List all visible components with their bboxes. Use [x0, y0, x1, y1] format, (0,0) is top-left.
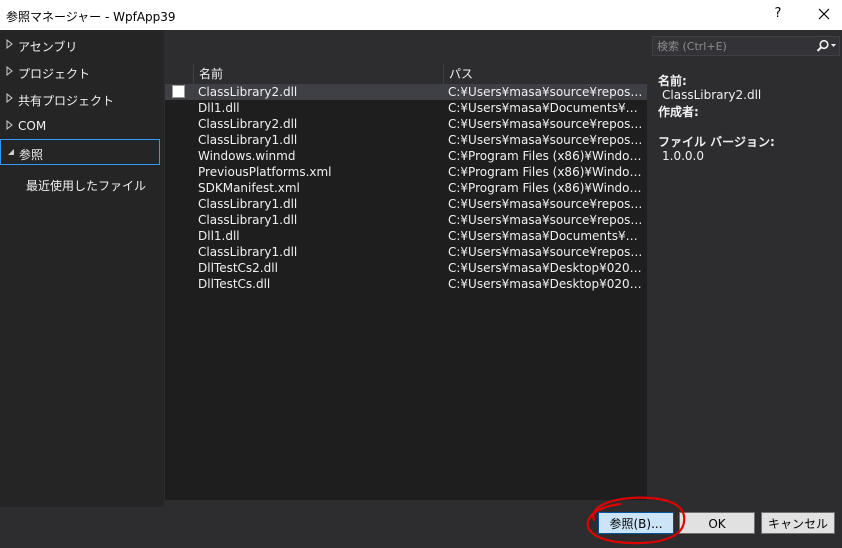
expand-arrow-icon — [6, 65, 13, 77]
table-row[interactable]: DllTestCs2.dll C:¥Users¥masa¥Desktop¥020_… — [165, 260, 647, 276]
sidebar-item-recent-files[interactable]: 最近使用したファイル — [0, 171, 160, 197]
table-row[interactable]: PreviousPlatforms.xml C:¥Program Files (x… — [165, 164, 647, 180]
row-path: C:¥Users¥masa¥source¥repos¥Cons... — [448, 133, 644, 147]
ok-button[interactable]: OK — [679, 512, 755, 534]
row-path: C:¥Users¥masa¥Documents¥myTort... — [448, 229, 644, 243]
sidebar-item-label: COM — [18, 119, 47, 133]
row-path: C:¥Users¥masa¥source¥repos¥Cons... — [448, 85, 644, 99]
table-row[interactable]: ClassLibrary1.dll C:¥Users¥masa¥source¥re… — [165, 212, 647, 228]
title-bar: 参照マネージャー - WpfApp39 ? — [0, 0, 842, 30]
row-checkbox[interactable] — [172, 85, 185, 98]
table-row[interactable]: ClassLibrary2.dll C:¥Users¥masa¥source¥re… — [165, 116, 647, 132]
sidebar-item-browse[interactable]: 参照 — [0, 139, 160, 165]
sidebar-item-shared-projects[interactable]: 共有プロジェクト — [0, 86, 160, 112]
table-row[interactable]: SDKManifest.xml C:¥Program Files (x86)¥Wi… — [165, 180, 647, 196]
row-name: ClassLibrary1.dll — [198, 197, 298, 211]
row-path: C:¥Program Files (x86)¥Windows Ki... — [448, 165, 644, 179]
row-name: DllTestCs2.dll — [198, 261, 278, 275]
button-bar: 参照(B)... OK キャンセル — [0, 507, 842, 547]
row-path: C:¥Program Files (x86)¥Windows Ki... — [448, 149, 644, 163]
row-name: ClassLibrary1.dll — [198, 245, 298, 259]
sidebar-item-label: アセンブリ — [18, 40, 78, 54]
browse-button[interactable]: 参照(B)... — [598, 512, 674, 534]
table-row[interactable]: Dll1.dll C:¥Users¥masa¥Documents¥myTort..… — [165, 228, 647, 244]
row-name: Dll1.dll — [198, 229, 240, 243]
row-path: C:¥Users¥masa¥source¥repos¥Cons... — [448, 245, 644, 259]
list-header: 名前 パス — [165, 64, 647, 84]
detail-name-label: 名前: — [658, 74, 687, 88]
row-path: C:¥Users¥masa¥Documents¥myTort... — [448, 101, 644, 115]
expand-arrow-icon — [6, 92, 13, 104]
search-input[interactable] — [655, 38, 809, 54]
close-icon — [818, 8, 830, 20]
sidebar-item-projects[interactable]: プロジェクト — [0, 59, 160, 85]
table-row[interactable]: ClassLibrary2.dll C:¥Users¥masa¥source¥re… — [165, 84, 647, 100]
row-name: ClassLibrary2.dll — [198, 85, 298, 99]
sidebar-item-label: 共有プロジェクト — [18, 94, 115, 108]
table-row[interactable]: ClassLibrary1.dll C:¥Users¥masa¥source¥re… — [165, 132, 647, 148]
row-path: C:¥Users¥masa¥source¥repos¥Cons... — [448, 117, 644, 131]
reference-list: 名前 パス ClassLibrary2.dll C:¥Users¥masa¥sou… — [165, 64, 647, 500]
category-sidebar: アセンブリ プロジェクト 共有プロジェクト COM 参照 最近使用したファイル — [0, 30, 164, 507]
row-name: Dll1.dll — [198, 101, 240, 115]
row-name: ClassLibrary1.dll — [198, 213, 298, 227]
row-name: ClassLibrary1.dll — [198, 133, 298, 147]
close-button[interactable] — [814, 4, 834, 24]
table-row[interactable]: ClassLibrary1.dll C:¥Users¥masa¥source¥re… — [165, 244, 647, 260]
table-row[interactable]: Dll1.dll C:¥Users¥masa¥Documents¥myTort..… — [165, 100, 647, 116]
window-title: 参照マネージャー - WpfApp39 — [6, 10, 176, 24]
row-name: DllTestCs.dll — [198, 277, 271, 291]
row-path: C:¥Users¥masa¥source¥repos¥Cons... — [448, 197, 644, 211]
details-pane: 名前: ClassLibrary2.dll 作成者: ファイル バージョン: 1… — [650, 36, 842, 506]
sidebar-item-label: 参照 — [19, 148, 44, 162]
table-row[interactable]: DllTestCs.dll C:¥Users¥masa¥Desktop¥020_C… — [165, 276, 647, 292]
search-box[interactable] — [652, 36, 840, 56]
row-name: Windows.winmd — [198, 149, 296, 163]
sidebar-item-com[interactable]: COM — [0, 113, 160, 139]
collapse-arrow-icon — [8, 149, 14, 155]
row-path: C:¥Users¥masa¥source¥repos¥Cons... — [448, 213, 644, 227]
row-path: C:¥Program Files (x86)¥Windows Ki... — [448, 181, 644, 195]
help-button[interactable]: ? — [768, 4, 788, 24]
cancel-button[interactable]: キャンセル — [761, 512, 835, 534]
row-name: ClassLibrary2.dll — [198, 117, 298, 131]
detail-author-label: 作成者: — [658, 105, 699, 119]
row-path: C:¥Users¥masa¥Desktop¥020_CppD... — [448, 261, 644, 275]
detail-version-label: ファイル バージョン: — [658, 135, 775, 149]
detail-name-value: ClassLibrary2.dll — [662, 88, 762, 102]
row-name: SDKManifest.xml — [198, 181, 300, 195]
expand-arrow-icon — [6, 119, 13, 131]
search-icon[interactable] — [815, 39, 837, 53]
sidebar-item-label: 最近使用したファイル — [26, 179, 147, 193]
column-header-check[interactable] — [165, 64, 193, 84]
sidebar-item-assemblies[interactable]: アセンブリ — [0, 32, 160, 58]
sidebar-item-label: プロジェクト — [18, 67, 91, 81]
expand-arrow-icon — [6, 38, 13, 50]
row-name: PreviousPlatforms.xml — [198, 165, 332, 179]
column-header-name[interactable]: 名前 — [193, 64, 443, 84]
column-header-path[interactable]: パス — [443, 64, 647, 84]
table-row[interactable]: ClassLibrary1.dll C:¥Users¥masa¥source¥re… — [165, 196, 647, 212]
row-path: C:¥Users¥masa¥Desktop¥020_CppD... — [448, 277, 644, 291]
detail-version-value: 1.0.0.0 — [662, 149, 704, 163]
table-row[interactable]: Windows.winmd C:¥Program Files (x86)¥Wind… — [165, 148, 647, 164]
